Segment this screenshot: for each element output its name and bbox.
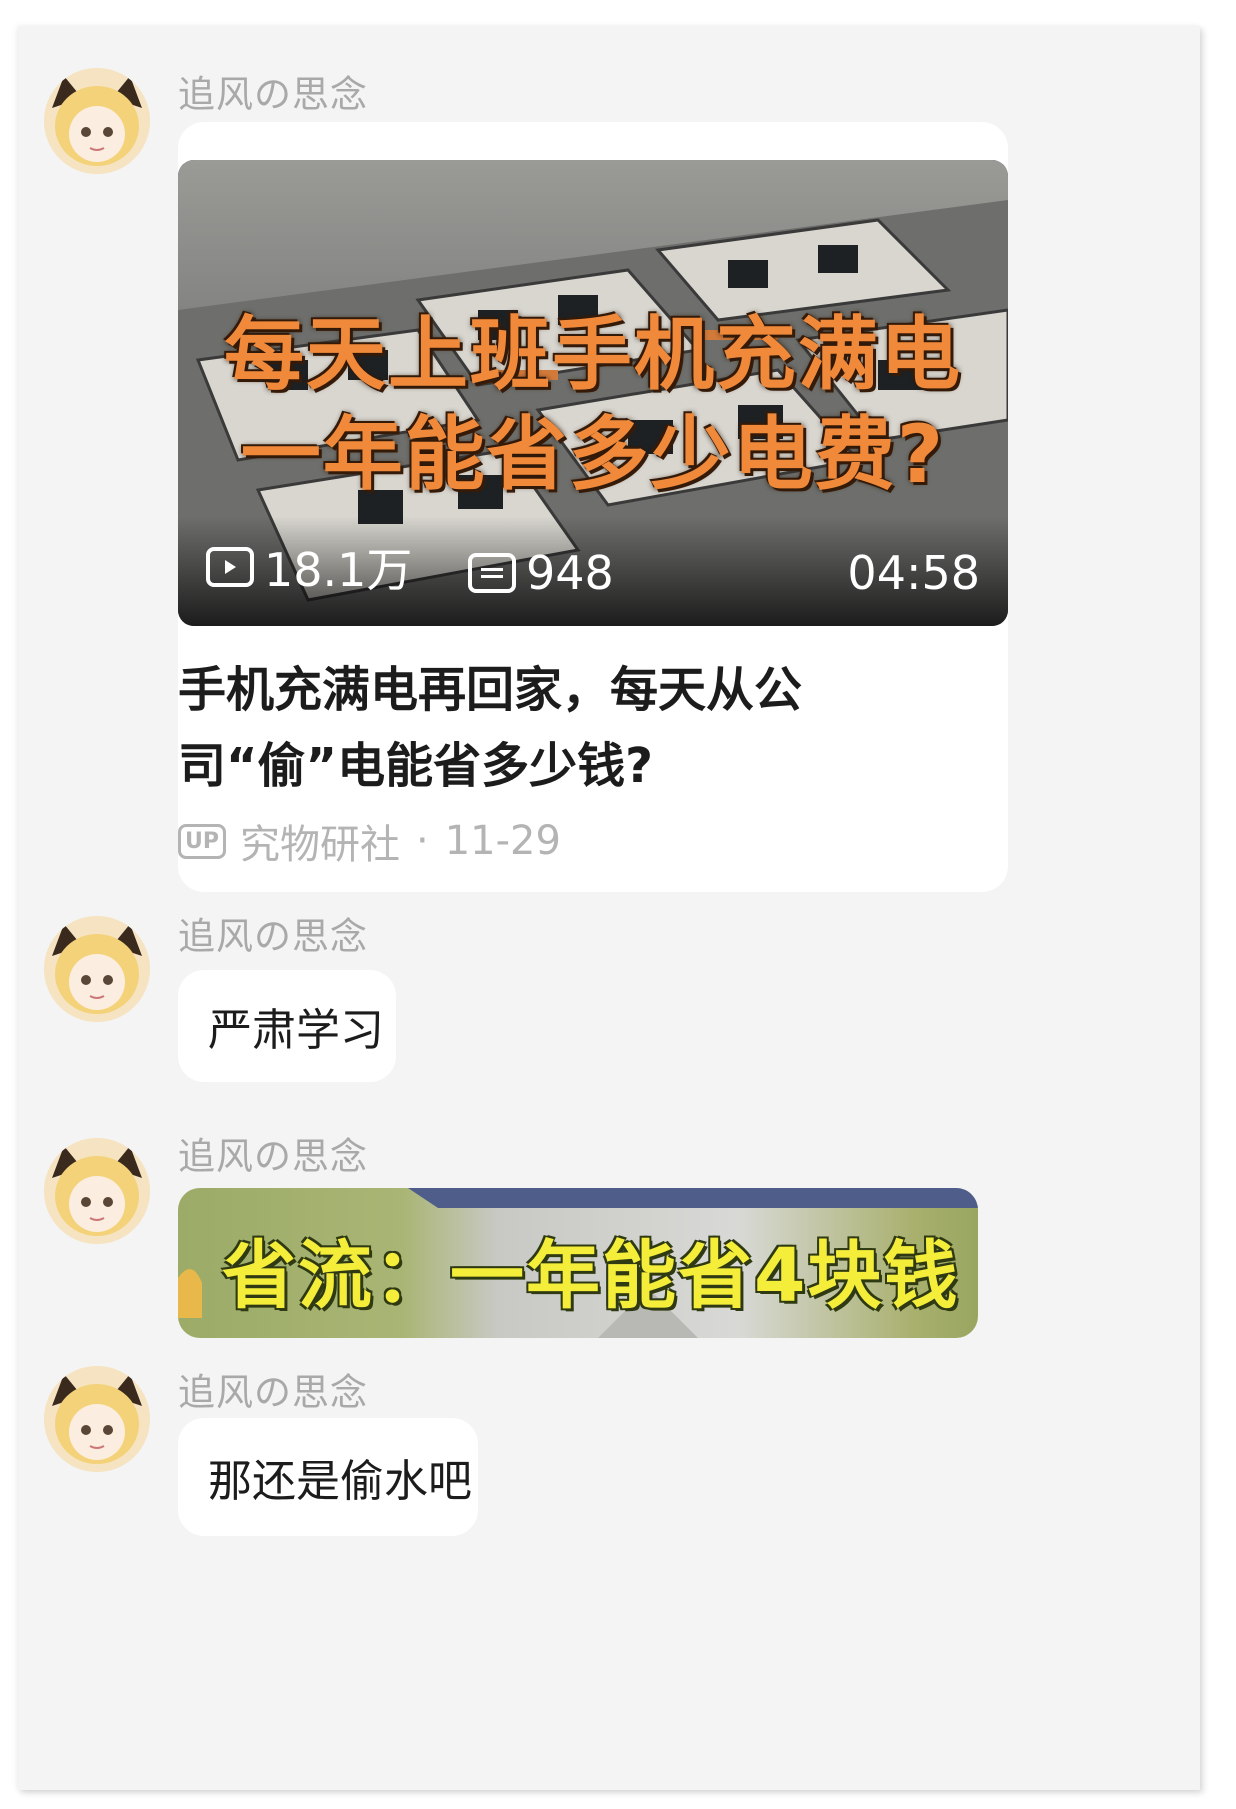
thumbnail-stats-bar: 18.1万 948 04:58 [178, 516, 1008, 626]
video-thumbnail[interactable]: 每天上班手机充满电 一年能省多少电费? 18.1万 948 04:58 [178, 160, 1008, 626]
avatar[interactable] [44, 1138, 150, 1244]
video-duration: 04:58 [847, 546, 980, 600]
message-text: 那还是偷水吧 [208, 1456, 472, 1507]
thumbnail-title-line1: 每天上班手机充满电 [224, 308, 962, 401]
sender-name: 追风の思念 [178, 1371, 368, 1414]
danmaku-icon [468, 553, 516, 593]
sender-name: 追风の思念 [178, 73, 368, 116]
thumbnail-title-line2: 一年能省多少电费? [240, 408, 946, 501]
sender-name: 追风の思念 [178, 915, 368, 958]
message-bubble[interactable]: 严肃学习 [178, 970, 396, 1082]
chat-screen: 追风の思念 每天上班手机充满电 一年能省多少电费? 18.1万 948 04:5… [18, 26, 1200, 1790]
uploader-name[interactable]: 究物研社 [240, 812, 400, 870]
avatar[interactable] [44, 68, 150, 174]
view-count: 18.1万 [206, 534, 412, 600]
avatar[interactable] [44, 916, 150, 1022]
sender-name: 追风の思念 [178, 1135, 368, 1178]
upload-date: 11-29 [444, 818, 561, 864]
video-card[interactable]: 每天上班手机充满电 一年能省多少电费? 18.1万 948 04:58 手机充满… [178, 122, 1008, 892]
video-title[interactable]: 手机充满电再回家，每天从公司“偷”电能省多少钱? [178, 652, 938, 804]
up-badge-icon: UP [178, 823, 226, 859]
message-text: 严肃学习 [208, 1005, 384, 1056]
video-meta: UP 究物研社 · 11-29 [178, 812, 561, 870]
play-count-icon [206, 547, 254, 587]
sticker-image[interactable]: 省流：一年能省4块钱 [178, 1188, 978, 1338]
sticker-caption: 省流：一年能省4块钱 [222, 1233, 960, 1319]
message-bubble[interactable]: 那还是偷水吧 [178, 1418, 478, 1536]
avatar[interactable] [44, 1366, 150, 1472]
meta-separator: · [416, 818, 429, 864]
danmaku-count: 948 [468, 546, 614, 600]
